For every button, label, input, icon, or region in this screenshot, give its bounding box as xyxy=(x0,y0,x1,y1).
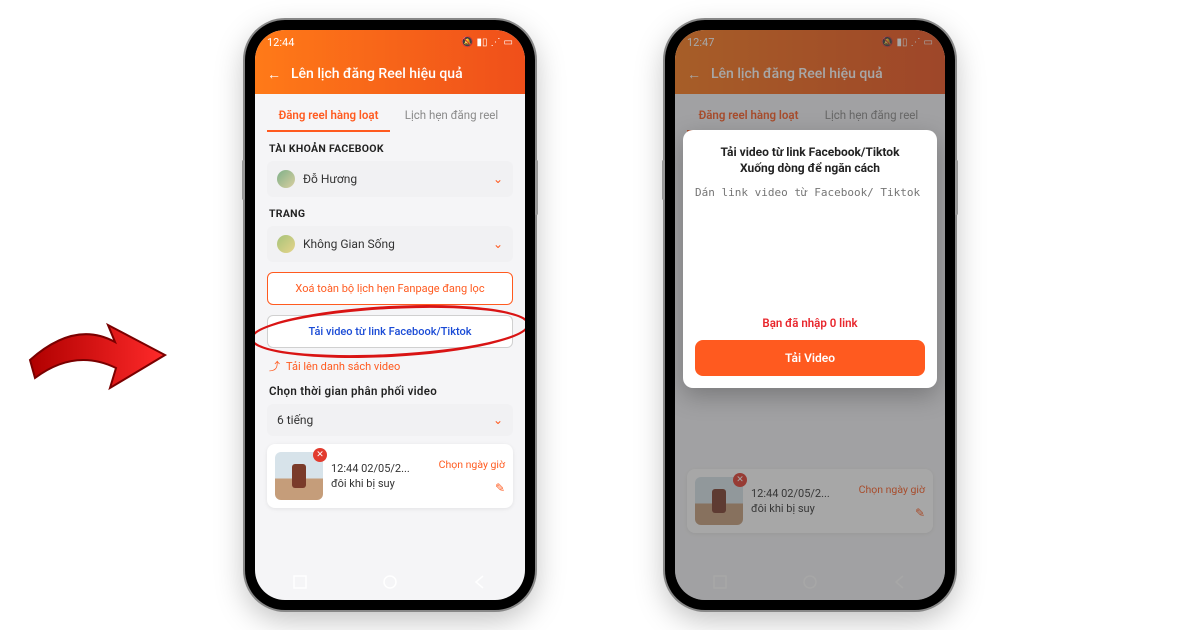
bell-off-icon: 🔕 xyxy=(461,37,473,48)
download-from-link-button[interactable]: Tải video từ link Facebook/Tiktok xyxy=(267,315,513,348)
status-icons: 🔕 ▮▯ ⋰ ▭ xyxy=(461,37,513,48)
clear-schedule-button[interactable]: Xoá toàn bộ lịch hẹn Fanpage đang lọc xyxy=(267,272,513,305)
modal-title: Tải video từ link Facebook/Tiktok Xuống … xyxy=(695,144,925,176)
link-input[interactable] xyxy=(695,186,925,306)
battery-icon: ▭ xyxy=(504,37,513,48)
remove-icon[interactable]: ✕ xyxy=(313,448,327,462)
page-value: Không Gian Sống xyxy=(303,237,395,251)
interval-select[interactable]: 6 tiếng ⌄ xyxy=(267,404,513,436)
chevron-down-icon: ⌄ xyxy=(493,413,503,427)
video-item: ✕ 12:44 02/05/2... đôi khi bị suy Chọn n… xyxy=(267,444,513,508)
tab-bulk[interactable]: Đăng reel hàng loạt xyxy=(267,100,390,132)
callout-arrow xyxy=(20,300,170,400)
item-title: đôi khi bị suy xyxy=(331,477,431,490)
upload-list-link[interactable]: ⤴ Tải lên danh sách video xyxy=(269,358,511,374)
label-page: TRANG xyxy=(269,207,511,220)
download-link-modal: Tải video từ link Facebook/Tiktok Xuống … xyxy=(683,130,937,388)
label-account: TÀI KHOẢN FACEBOOK xyxy=(269,142,511,155)
label-time: Chọn thời gian phân phối video xyxy=(269,384,511,398)
android-navbar xyxy=(255,564,525,600)
nav-back-icon[interactable] xyxy=(472,574,488,590)
wifi-icon: ⋰ xyxy=(491,37,501,48)
download-video-button[interactable]: Tải Video xyxy=(695,340,925,376)
account-select[interactable]: Đỗ Hương ⌄ xyxy=(267,161,513,197)
app-header: ← Lên lịch đăng Reel hiệu quả xyxy=(255,54,525,94)
edit-icon[interactable]: ✎ xyxy=(495,481,505,495)
back-icon[interactable]: ← xyxy=(267,66,281,83)
interval-value: 6 tiếng xyxy=(277,413,313,427)
phone-mockup-1: 12:44 🔕 ▮▯ ⋰ ▭ ← Lên lịch đăng Reel hiệu… xyxy=(245,20,535,610)
tabs: Đăng reel hàng loạt Lịch hẹn đăng reel xyxy=(267,100,513,132)
phone-mockup-2: 12:47 🔕 ▮▯ ⋰ ▭ ← Lên lịch đăng Reel hiệu… xyxy=(665,20,955,610)
upload-icon: ⤴ xyxy=(269,358,280,374)
avatar-icon xyxy=(277,235,295,253)
account-value: Đỗ Hương xyxy=(303,172,357,186)
item-timestamp: 12:44 02/05/2... xyxy=(331,462,431,475)
page-select[interactable]: Không Gian Sống ⌄ xyxy=(267,226,513,262)
chevron-down-icon: ⌄ xyxy=(493,172,503,186)
thumbnail[interactable]: ✕ xyxy=(275,452,323,500)
chevron-down-icon: ⌄ xyxy=(493,237,503,251)
page-title: Lên lịch đăng Reel hiệu quả xyxy=(291,66,463,82)
link-count-warning: Bạn đã nhập 0 link xyxy=(695,316,925,330)
avatar-icon xyxy=(277,170,295,188)
status-bar: 12:44 🔕 ▮▯ ⋰ ▭ xyxy=(255,30,525,54)
nav-recent-icon[interactable] xyxy=(292,574,308,590)
signal-icon: ▮▯ xyxy=(477,37,488,48)
clock: 12:44 xyxy=(267,36,294,49)
nav-home-icon[interactable] xyxy=(382,574,398,590)
tab-schedule[interactable]: Lịch hẹn đăng reel xyxy=(390,100,513,132)
pick-datetime-link[interactable]: Chọn ngày giờ xyxy=(439,458,505,471)
